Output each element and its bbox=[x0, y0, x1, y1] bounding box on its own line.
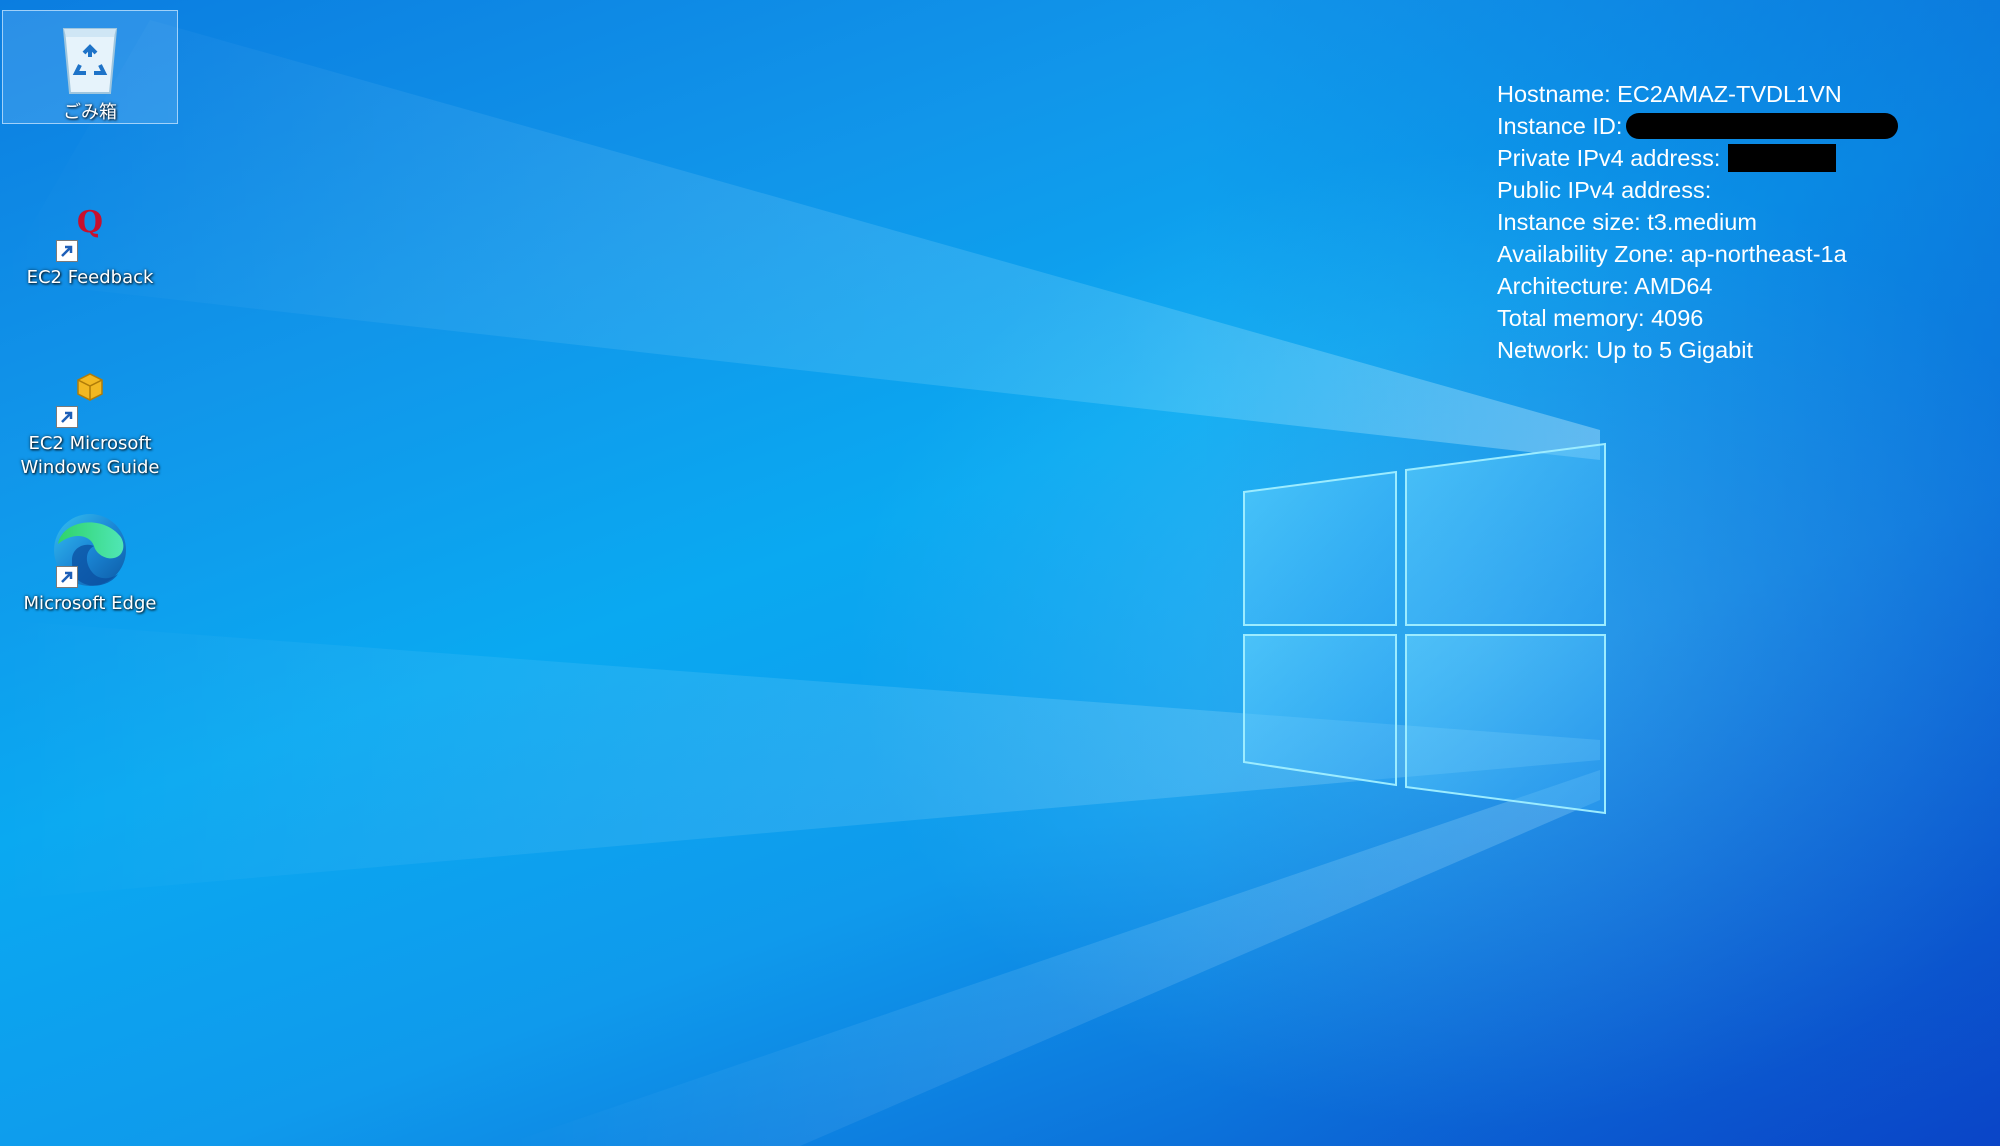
bginfo-instance-size: Instance size: t3.medium bbox=[1497, 209, 1757, 235]
desktop-icon-microsoft-edge[interactable]: Microsoft Edge bbox=[2, 502, 178, 616]
shortcut-arrow-icon bbox=[56, 566, 78, 588]
desktop[interactable]: ごみ箱 Q EC2 Feedback EC2 Microsoft Windows… bbox=[0, 0, 2000, 1146]
windows-logo bbox=[1243, 442, 1606, 815]
desktop-icon-recycle-bin[interactable]: ごみ箱 bbox=[2, 10, 178, 124]
bginfo-instance-id: Instance ID: bbox=[1497, 110, 1899, 142]
shortcut-arrow-icon bbox=[56, 240, 78, 262]
bginfo-public-ipv4: Public IPv4 address: bbox=[1497, 177, 1712, 203]
shortcut-arrow-icon bbox=[56, 406, 78, 428]
instance-id-redaction bbox=[1626, 112, 1899, 139]
bginfo-private-ipv4-label: Private IPv4 address: bbox=[1497, 145, 1721, 171]
desktop-icon-ec2-windows-guide[interactable]: EC2 Microsoft Windows Guide bbox=[2, 358, 178, 480]
edge-browser-icon bbox=[50, 510, 130, 590]
recycle-bin-icon bbox=[50, 19, 130, 99]
guide-package-icon bbox=[50, 366, 130, 430]
bginfo-architecture: Architecture: AMD64 bbox=[1497, 273, 1713, 299]
feedback-q-icon: Q bbox=[50, 200, 130, 264]
bginfo-network: Network: Up to 5 Gigabit bbox=[1497, 337, 1753, 363]
ec2-windows-guide-label: EC2 Microsoft Windows Guide bbox=[20, 433, 160, 478]
svg-text:Q: Q bbox=[77, 205, 103, 240]
bginfo-panel: Hostname: EC2AMAZ-TVDL1VN Instance ID: P… bbox=[1497, 78, 1899, 366]
private-ipv4-redaction bbox=[1728, 143, 1837, 172]
bginfo-instance-id-label: Instance ID: bbox=[1497, 113, 1623, 139]
bginfo-private-ipv4: Private IPv4 address: bbox=[1497, 142, 1898, 174]
bginfo-availability-zone: Availability Zone: ap-northeast-1a bbox=[1497, 241, 1847, 267]
microsoft-edge-label: Microsoft Edge bbox=[23, 593, 157, 614]
recycle-bin-label: ごみ箱 bbox=[63, 102, 117, 123]
bginfo-hostname: Hostname: EC2AMAZ-TVDL1VN bbox=[1497, 81, 1842, 107]
ec2-feedback-label: EC2 Feedback bbox=[26, 267, 154, 288]
bginfo-total-memory: Total memory: 4096 bbox=[1497, 305, 1704, 331]
desktop-icon-ec2-feedback[interactable]: Q EC2 Feedback bbox=[2, 192, 178, 290]
